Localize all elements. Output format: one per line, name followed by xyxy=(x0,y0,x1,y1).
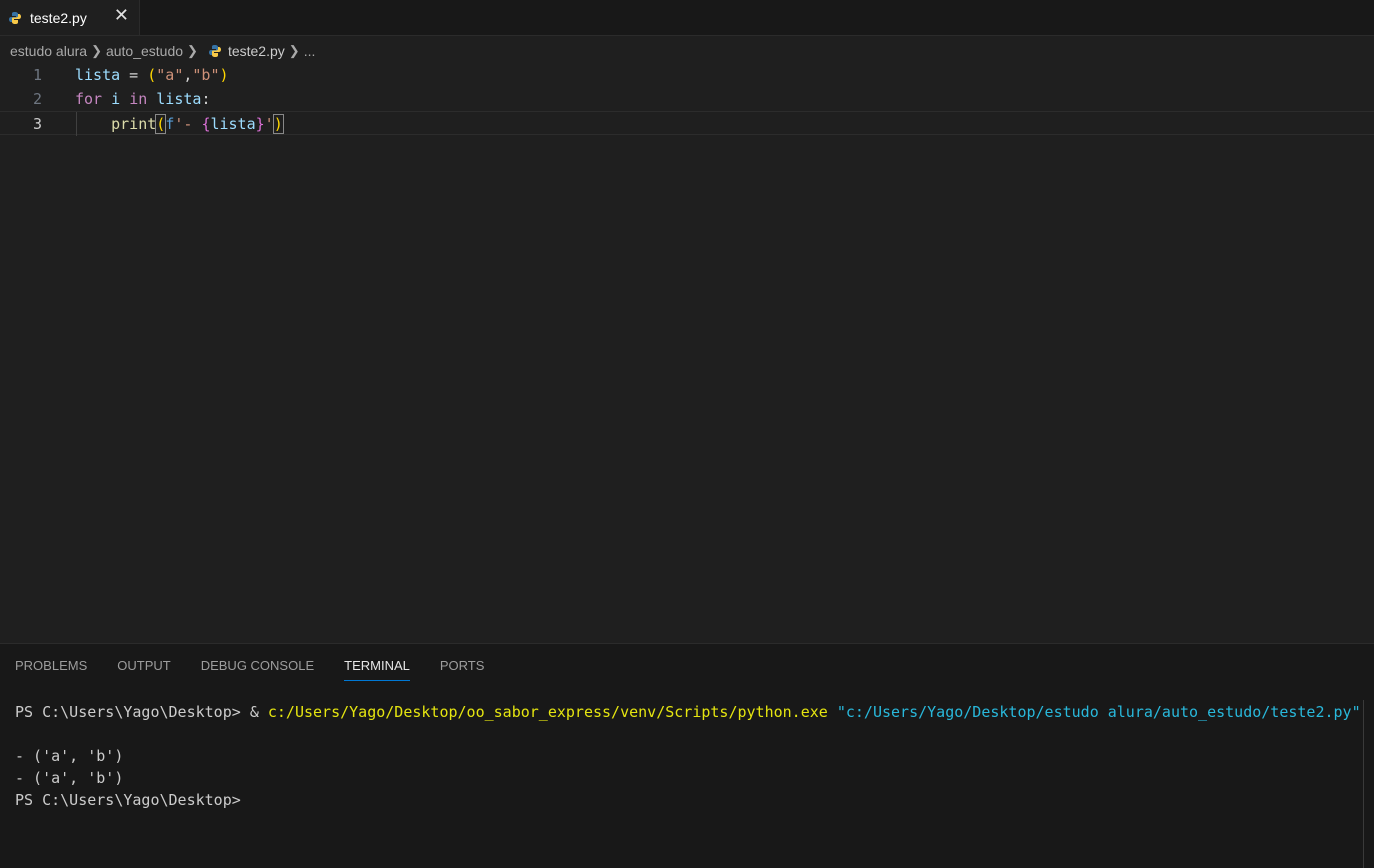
terminal-output-line: - ('a', 'b') xyxy=(15,769,124,787)
token-variable: i xyxy=(102,90,130,108)
terminal-output-line: - ('a', 'b') xyxy=(15,747,124,765)
token-keyword: for xyxy=(75,90,103,108)
tab-debug-console[interactable]: DEBUG CONSOLE xyxy=(201,656,314,680)
tab-label: teste2.py xyxy=(30,9,87,26)
token-paren: ( xyxy=(147,66,157,84)
python-icon xyxy=(208,44,222,58)
terminal-scrollbar[interactable] xyxy=(1363,700,1374,868)
token-function: print xyxy=(111,115,157,133)
code-line-3[interactable]: 3 print(f'- {lista}') xyxy=(0,111,1374,136)
token-variable: lista xyxy=(156,90,202,108)
breadcrumb-folder-estudo-alura[interactable]: estudo alura xyxy=(10,43,87,59)
breadcrumb-more[interactable]: ... xyxy=(304,43,316,59)
terminal-amp: & xyxy=(249,703,268,721)
tab-output[interactable]: OUTPUT xyxy=(117,656,170,680)
breadcrumb-folder-auto-estudo[interactable]: auto_estudo xyxy=(106,43,183,59)
terminal-script-path: "c:/Users/Yago/Desktop/estudo alura/auto… xyxy=(827,703,1361,721)
token-operator: = xyxy=(120,66,148,84)
line-number: 1 xyxy=(32,66,42,84)
breadcrumb-file[interactable]: teste2.py xyxy=(228,43,285,59)
token-fstring-prefix: f xyxy=(165,115,175,133)
panel-tabs: PROBLEMS OUTPUT DEBUG CONSOLE TERMINAL P… xyxy=(15,656,514,684)
chevron-right-icon: ❯ xyxy=(91,43,102,58)
token-variable: lista xyxy=(75,66,121,84)
token-keyword: in xyxy=(129,90,148,108)
code-line-2[interactable]: 2 for i in lista: xyxy=(0,87,1374,111)
terminal-prompt: PS C:\Users\Yago\Desktop> xyxy=(15,703,250,721)
editor-tab-teste2[interactable]: teste2.py ✕ xyxy=(0,0,140,35)
chevron-right-icon: ❯ xyxy=(187,43,198,58)
close-icon[interactable]: ✕ xyxy=(114,6,129,26)
code-text: for i in lista: xyxy=(75,87,210,111)
line-number: 2 xyxy=(32,90,42,108)
token-colon: : xyxy=(201,90,211,108)
breadcrumb: estudo alura ❯ auto_estudo ❯ teste2.py ❯… xyxy=(10,40,315,62)
code-text: print(f'- {lista}') xyxy=(75,112,284,136)
terminal-prompt: PS C:\Users\Yago\Desktop> xyxy=(15,791,241,809)
token-paren: ) xyxy=(219,66,229,84)
token-paren: ( xyxy=(155,114,167,134)
tab-problems[interactable]: PROBLEMS xyxy=(15,656,87,680)
python-icon xyxy=(8,11,22,25)
token-string: "a" xyxy=(156,66,184,84)
token-string: "b" xyxy=(192,66,220,84)
tab-ports[interactable]: PORTS xyxy=(440,656,485,680)
terminal-exe-path: c:/Users/Yago/Desktop/oo_sabor_express/v… xyxy=(267,703,828,721)
bottom-panel: PROBLEMS OUTPUT DEBUG CONSOLE TERMINAL P… xyxy=(0,643,1374,868)
token-variable: lista xyxy=(210,115,256,133)
token-brace: } xyxy=(255,115,265,133)
code-line-1[interactable]: 1 lista = ("a","b") xyxy=(0,63,1374,87)
chevron-right-icon: ❯ xyxy=(288,43,300,58)
code-text: lista = ("a","b") xyxy=(75,63,229,87)
line-number: 3 xyxy=(32,115,42,133)
terminal-output[interactable]: PS C:\Users\Yago\Desktop> & c:/Users/Yag… xyxy=(15,701,1361,811)
token-string: ' xyxy=(264,115,274,133)
token-paren: ) xyxy=(272,114,284,134)
tab-bar: teste2.py ✕ xyxy=(0,0,1374,36)
tab-terminal[interactable]: TERMINAL xyxy=(344,656,410,681)
code-editor[interactable]: 1 lista = ("a","b") 2 for i in lista: 3 … xyxy=(0,62,1374,642)
token-string: '- xyxy=(174,115,202,133)
